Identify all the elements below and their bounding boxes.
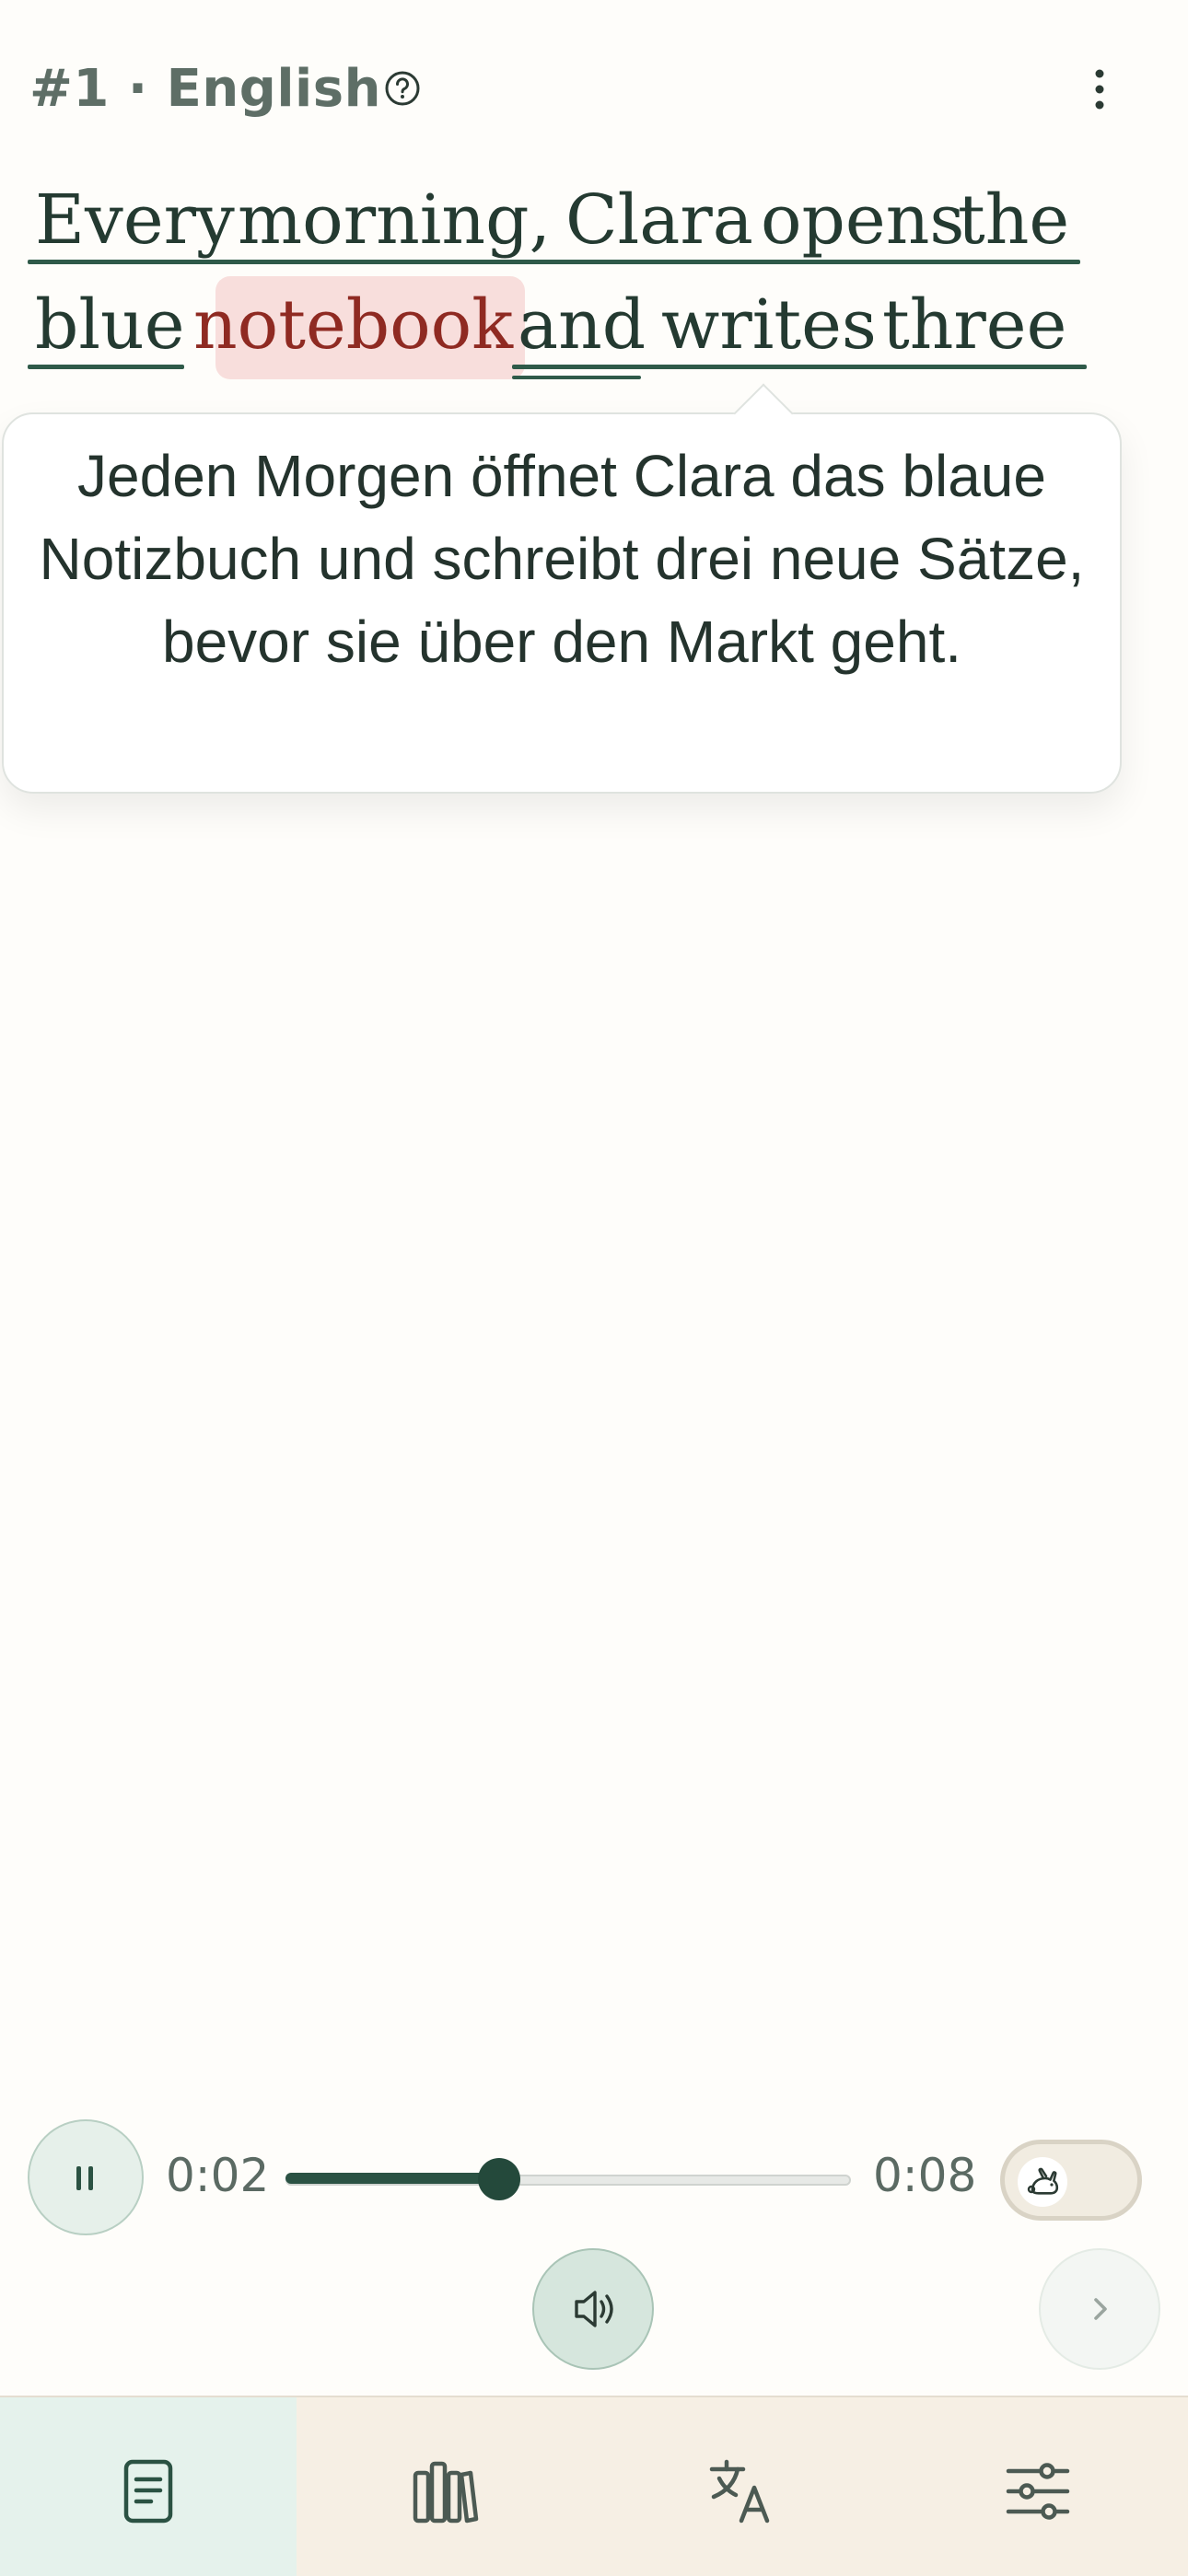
nav-item-reader[interactable] [0, 2397, 297, 2576]
library-icon [413, 2461, 479, 2524]
speaker-button[interactable] [532, 2248, 654, 2370]
reader-icon [123, 2459, 173, 2524]
word[interactable]: Every [35, 180, 235, 260]
total-time: 0:08 [873, 2149, 977, 2202]
word-highlighted[interactable]: notebook [193, 285, 513, 365]
translate-icon [709, 2459, 770, 2524]
word[interactable]: Clara [565, 180, 753, 260]
progress-fill [285, 2173, 499, 2184]
line-underline [28, 260, 1080, 264]
more-vertical-icon[interactable] [1079, 66, 1120, 114]
nav-item-settings[interactable] [890, 2397, 1186, 2576]
help-circle-icon[interactable] [384, 70, 421, 107]
pause-button[interactable] [28, 2119, 144, 2235]
speaker-icon [575, 2291, 613, 2327]
translation-tooltip: Jeden Morgen öffnet Clara das blaue Noti… [2, 412, 1122, 794]
top-bar: #1 · English [0, 0, 1188, 184]
nav-item-library[interactable] [297, 2397, 593, 2576]
progress-thumb[interactable] [477, 2158, 520, 2200]
pause-icon [76, 2166, 93, 2190]
nav-item-translate[interactable] [593, 2397, 890, 2576]
word[interactable]: the [958, 180, 1069, 260]
translation-text: Jeden Morgen öffnet Clara das blaue Noti… [39, 443, 1085, 675]
word[interactable]: opens [761, 180, 964, 260]
current-time: 0:02 [166, 2149, 270, 2202]
word[interactable]: three [882, 285, 1066, 365]
bottom-navigation [0, 2396, 1188, 2576]
page-title: #1 · English [29, 59, 381, 119]
word[interactable]: writes [661, 285, 877, 365]
word[interactable]: blue [35, 285, 185, 365]
line-underline [512, 365, 1087, 369]
chevron-right-icon [1094, 2298, 1107, 2320]
line-underline [28, 365, 184, 369]
word-underline [512, 376, 641, 379]
next-button[interactable] [1039, 2248, 1160, 2370]
word[interactable]: morning, [238, 180, 551, 260]
word[interactable]: and [518, 285, 646, 365]
rabbit-icon [1018, 2157, 1067, 2207]
speed-toggle[interactable] [1000, 2140, 1142, 2221]
settings-sliders-icon [1006, 2463, 1070, 2520]
